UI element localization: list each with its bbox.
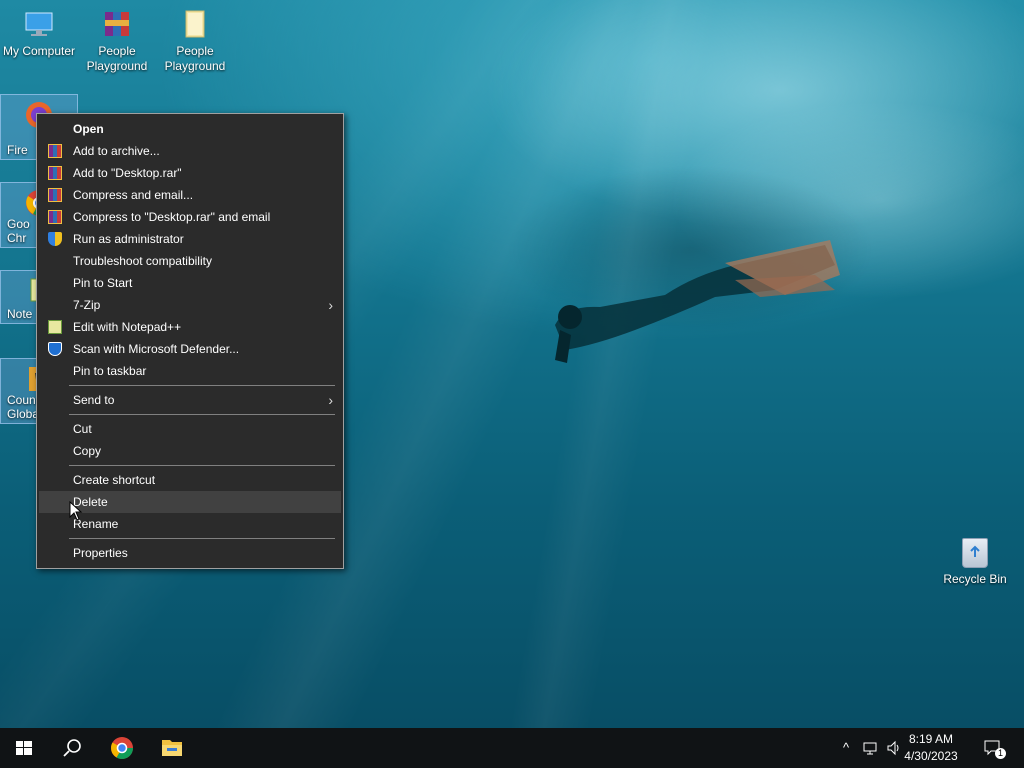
desktop-icon-label: Note — [7, 307, 33, 321]
clock-time: 8:19 AM — [908, 732, 954, 746]
folder-icon — [162, 740, 182, 756]
menu-item-send-to[interactable]: Send to › — [39, 389, 341, 411]
uac-shield-icon — [48, 232, 62, 246]
recycle-bin-icon — [962, 538, 988, 568]
menu-item-compress-to-rar-and-email[interactable]: Compress to "Desktop.rar" and email — [39, 206, 341, 228]
desktop-icon-label: Fire — [7, 143, 28, 157]
menu-item-label: Open — [73, 122, 104, 136]
winrar-icon — [48, 188, 62, 202]
menu-item-label: Pin to taskbar — [73, 364, 147, 378]
menu-item-label: Pin to Start — [73, 276, 133, 290]
notepad-plus-plus-icon — [48, 320, 62, 334]
menu-separator — [69, 465, 335, 466]
search-icon — [63, 739, 81, 757]
windows-logo-icon — [16, 741, 32, 755]
submenu-arrow-icon: › — [328, 392, 333, 408]
menu-item-cut[interactable]: Cut — [39, 418, 341, 440]
menu-separator — [69, 414, 335, 415]
menu-item-properties[interactable]: Properties — [39, 542, 341, 564]
desktop-icon-recycle-bin[interactable]: Recycle Bin — [940, 534, 1010, 586]
menu-item-label: Scan with Microsoft Defender... — [73, 342, 240, 356]
menu-item-create-shortcut[interactable]: Create shortcut — [39, 469, 341, 491]
desktop-icon-label: Recycle Bin — [943, 572, 1007, 586]
wallpaper-diver — [555, 240, 840, 363]
chrome-icon — [111, 737, 133, 759]
winrar-icon — [48, 144, 62, 158]
network-icon[interactable] — [862, 740, 878, 756]
taskbar-chrome-button[interactable] — [98, 728, 146, 768]
mouse-cursor-icon — [69, 501, 83, 521]
menu-item-label: Compress and email... — [73, 188, 194, 202]
winrar-icon — [48, 166, 62, 180]
menu-item-troubleshoot-compatibility[interactable]: Troubleshoot compatibility — [39, 250, 341, 272]
tray-chevron-up-icon[interactable]: ^ — [838, 740, 854, 756]
winrar-archive-icon — [101, 8, 133, 40]
menu-item-label: Compress to "Desktop.rar" and email — [73, 210, 271, 224]
menu-item-rename[interactable]: Rename — [39, 513, 341, 535]
menu-item-label: Add to "Desktop.rar" — [73, 166, 182, 180]
menu-item-delete[interactable]: Delete — [39, 491, 341, 513]
notification-center-button[interactable]: 1 — [984, 740, 1006, 759]
start-button[interactable] — [0, 728, 48, 768]
folder-icon — [179, 8, 211, 40]
menu-item-label: Run as administrator — [73, 232, 184, 246]
menu-separator — [69, 385, 335, 386]
taskbar: ^ 8:19 AM 4/30/2023 1 — [0, 728, 1024, 768]
desktop-icon-label: People Playground — [86, 44, 148, 73]
notification-count-badge: 1 — [995, 748, 1006, 759]
desktop-icon-people-playground-1[interactable]: People Playground — [78, 2, 156, 74]
search-button[interactable] — [48, 728, 96, 768]
taskbar-file-explorer-button[interactable] — [148, 728, 196, 768]
menu-item-pin-to-start[interactable]: Pin to Start — [39, 272, 341, 294]
menu-item-label: Properties — [73, 546, 128, 560]
menu-item-add-to-desktop-rar[interactable]: Add to "Desktop.rar" — [39, 162, 341, 184]
defender-icon — [48, 342, 62, 356]
desktop-icon-people-playground-2[interactable]: People Playground — [156, 2, 234, 74]
menu-item-7zip[interactable]: 7-Zip › — [39, 294, 341, 316]
menu-item-label: Create shortcut — [73, 473, 156, 487]
menu-item-label: Add to archive... — [73, 144, 160, 158]
desktop-icon-label: My Computer — [2, 44, 76, 58]
menu-item-label: Edit with Notepad++ — [73, 320, 182, 334]
menu-item-label: Send to — [73, 393, 115, 407]
menu-item-pin-to-taskbar[interactable]: Pin to taskbar — [39, 360, 341, 382]
desktop-icon-label: People Playground — [164, 44, 226, 73]
clock-date: 4/30/2023 — [904, 749, 958, 763]
winrar-icon — [48, 210, 62, 224]
clock[interactable]: 8:19 AM 4/30/2023 — [896, 731, 966, 765]
menu-item-label: 7-Zip — [73, 298, 101, 312]
menu-item-copy[interactable]: Copy — [39, 440, 341, 462]
menu-item-edit-with-notepad-plus-plus[interactable]: Edit with Notepad++ — [39, 316, 341, 338]
desktop-icon-my-computer[interactable]: My Computer — [0, 2, 78, 59]
submenu-arrow-icon: › — [328, 297, 333, 313]
menu-item-open[interactable]: Open — [39, 118, 341, 140]
menu-item-compress-and-email[interactable]: Compress and email... — [39, 184, 341, 206]
menu-item-run-as-administrator[interactable]: Run as administrator — [39, 228, 341, 250]
menu-item-label: Cut — [73, 422, 92, 436]
menu-item-label: Copy — [73, 444, 102, 458]
menu-separator — [69, 538, 335, 539]
menu-item-scan-with-defender[interactable]: Scan with Microsoft Defender... — [39, 338, 341, 360]
menu-item-add-to-archive[interactable]: Add to archive... — [39, 140, 341, 162]
menu-item-label: Troubleshoot compatibility — [73, 254, 212, 268]
monitor-icon — [23, 8, 55, 40]
